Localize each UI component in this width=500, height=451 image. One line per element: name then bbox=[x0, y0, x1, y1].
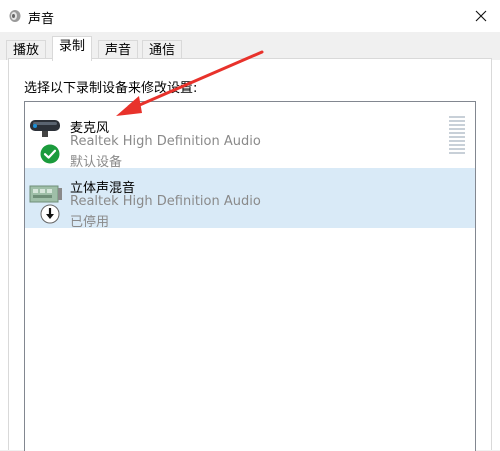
title-bar: 声音 bbox=[0, 0, 500, 32]
tab-sounds[interactable]: 声音 bbox=[98, 40, 139, 60]
level-meter bbox=[449, 116, 465, 158]
default-check-icon bbox=[40, 144, 60, 164]
tab-recording[interactable]: 录制 bbox=[52, 36, 93, 61]
device-stereo-mix[interactable]: 立体声混音 Realtek High Definition Audio 已停用 bbox=[25, 168, 475, 230]
device-status: 已停用 bbox=[70, 215, 110, 230]
device-list[interactable]: 麦克风 Realtek High Definition Audio 默认设备 立… bbox=[24, 101, 476, 451]
disabled-arrow-icon bbox=[40, 204, 60, 224]
sound-dialog: 声音 播放 录制 声音 通信 选择以下录制设备来修改设置: 麦克风 Realte… bbox=[0, 0, 500, 451]
device-microphone[interactable]: 麦克风 Realtek High Definition Audio 默认设备 bbox=[25, 108, 475, 170]
device-driver: Realtek High Definition Audio bbox=[70, 134, 261, 149]
tab-label: 通信 bbox=[149, 43, 176, 58]
tab-label: 录制 bbox=[59, 39, 86, 54]
recording-panel: 选择以下录制设备来修改设置: 麦克风 Realtek High Definiti… bbox=[8, 58, 492, 451]
close-icon bbox=[475, 10, 487, 22]
close-button[interactable] bbox=[462, 0, 500, 32]
tab-label: 播放 bbox=[13, 43, 40, 58]
tab-communications[interactable]: 通信 bbox=[142, 40, 183, 60]
window-title: 声音 bbox=[28, 12, 55, 27]
tab-playback[interactable]: 播放 bbox=[6, 40, 47, 60]
device-driver: Realtek High Definition Audio bbox=[70, 194, 261, 209]
instruction-text: 选择以下录制设备来修改设置: bbox=[24, 81, 198, 96]
tab-strip: 播放 录制 声音 通信 bbox=[0, 32, 500, 61]
speaker-icon bbox=[9, 10, 21, 22]
tab-label: 声音 bbox=[105, 43, 132, 58]
